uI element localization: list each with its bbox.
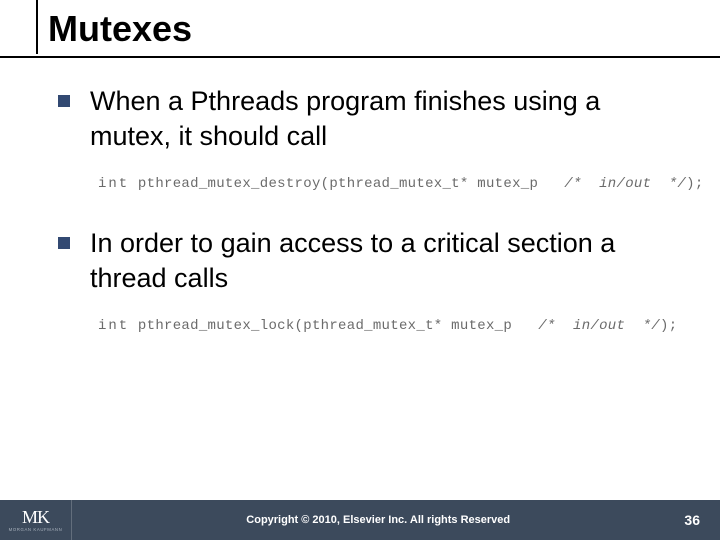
square-bullet-icon bbox=[58, 237, 70, 249]
title-region: Mutexes bbox=[0, 0, 720, 58]
page-number: 36 bbox=[684, 512, 720, 528]
footer-bar: MK MORGAN KAUFMANN Copyright © 2010, Els… bbox=[0, 500, 720, 540]
bullet-item: In order to gain access to a critical se… bbox=[58, 226, 672, 296]
code-tail: ); bbox=[660, 318, 677, 334]
code-keyword: int bbox=[98, 176, 129, 192]
title-vertical-rule bbox=[36, 0, 38, 54]
logo-subtext: MORGAN KAUFMANN bbox=[9, 527, 63, 532]
code-comment: /* in/out */ bbox=[538, 318, 660, 334]
slide-title: Mutexes bbox=[0, 6, 720, 50]
bullet-text: In order to gain access to a critical se… bbox=[90, 226, 672, 296]
square-bullet-icon bbox=[58, 95, 70, 107]
code-snippet: int pthread_mutex_destroy(pthread_mutex_… bbox=[58, 176, 672, 192]
title-horizontal-rule bbox=[0, 56, 720, 58]
code-keyword: int bbox=[98, 318, 129, 334]
code-snippet: int pthread_mutex_lock(pthread_mutex_t* … bbox=[58, 318, 672, 334]
publisher-logo: MK MORGAN KAUFMANN bbox=[0, 500, 72, 540]
slide-body: When a Pthreads program finishes using a… bbox=[0, 58, 720, 334]
logo-initials: MK bbox=[22, 508, 49, 526]
bullet-item: When a Pthreads program finishes using a… bbox=[58, 84, 672, 154]
code-call: pthread_mutex_destroy(pthread_mutex_t* m… bbox=[129, 176, 564, 192]
code-call: pthread_mutex_lock(pthread_mutex_t* mute… bbox=[129, 318, 538, 334]
code-comment: /* in/out */ bbox=[564, 176, 686, 192]
copyright-text: Copyright © 2010, Elsevier Inc. All righ… bbox=[72, 514, 684, 526]
bullet-text: When a Pthreads program finishes using a… bbox=[90, 84, 672, 154]
code-tail: ); bbox=[686, 176, 703, 192]
